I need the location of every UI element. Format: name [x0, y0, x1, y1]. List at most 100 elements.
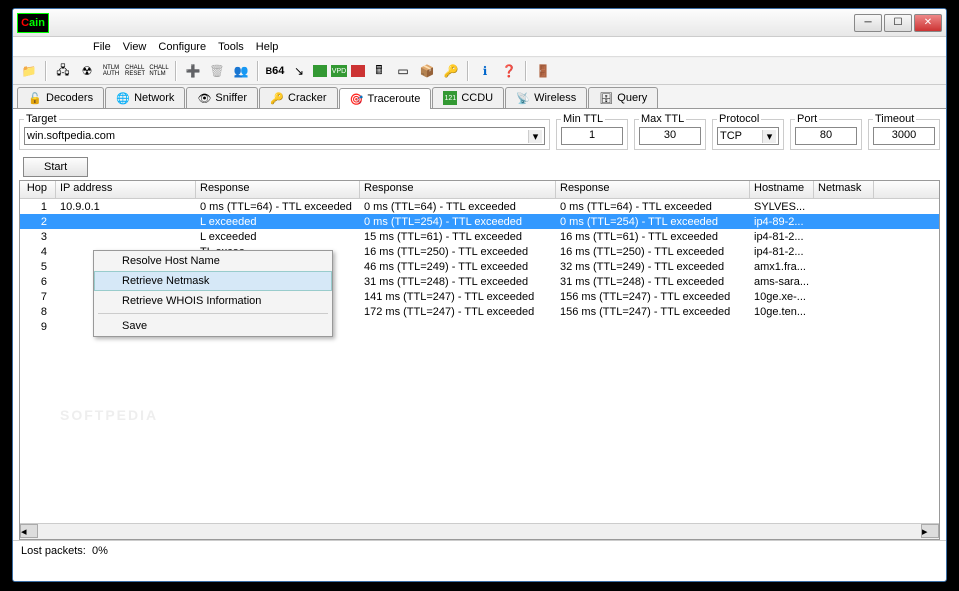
menu-resolve-hostname[interactable]: Resolve Host Name: [94, 251, 332, 271]
port-fieldset: Port 80: [790, 113, 862, 150]
dropdown-arrow-icon[interactable]: ▾: [528, 130, 542, 143]
target-input[interactable]: win.softpedia.com▾: [24, 127, 545, 145]
hash-icon[interactable]: 🔑: [441, 61, 461, 81]
chall-reset-icon[interactable]: CHALLRESET: [125, 61, 145, 81]
close-button[interactable]: ✕: [914, 14, 942, 32]
minimize-button[interactable]: ─: [854, 14, 882, 32]
col-hop[interactable]: Hop: [20, 181, 56, 198]
add-icon[interactable]: ➕: [183, 61, 203, 81]
cell-hostname: 10ge.xe-...: [750, 291, 814, 303]
menu-view[interactable]: View: [123, 41, 147, 53]
cell-response3: 156 ms (TTL=247) - TTL exceeded: [556, 306, 750, 318]
traceroute-icon: 🎯: [350, 92, 364, 106]
tab-query[interactable]: 🗄Query: [588, 87, 658, 108]
menu-configure[interactable]: Configure: [158, 41, 206, 53]
cell-response3: 156 ms (TTL=247) - TTL exceeded: [556, 291, 750, 303]
scroll-right-icon[interactable]: ▸: [921, 524, 939, 538]
start-button[interactable]: Start: [23, 157, 88, 177]
timeout-input[interactable]: 3000: [873, 127, 935, 145]
cell-hop: 3: [20, 231, 56, 243]
maxttl-fieldset: Max TTL 30: [634, 113, 706, 150]
timeout-fieldset: Timeout 3000: [868, 113, 940, 150]
cell-response1: L exceeded: [196, 216, 360, 228]
cell-response2: 141 ms (TTL=247) - TTL exceeded: [360, 291, 556, 303]
horizontal-scrollbar[interactable]: ◂ ▸: [20, 523, 939, 539]
col-netmask[interactable]: Netmask: [814, 181, 874, 198]
tab-ccdu[interactable]: 121CCDU: [432, 87, 504, 108]
cell-hop: 9: [20, 321, 56, 333]
menu-help[interactable]: Help: [256, 41, 279, 53]
menu-tools[interactable]: Tools: [218, 41, 244, 53]
toolbar: 📁 🖧 ☢ NTLMAUTH CHALLRESET CHALLNTLM ➕ 🗑 …: [13, 57, 946, 85]
cell-hop: 8: [20, 306, 56, 318]
main-window: Cain ─ ☐ ✕ File View Configure Tools Hel…: [12, 8, 947, 582]
cell-response2: 15 ms (TTL=61) - TTL exceeded: [360, 231, 556, 243]
tab-network[interactable]: 🌐Network: [105, 87, 185, 108]
app-logo: Cain: [17, 13, 49, 33]
menu-separator: [98, 313, 328, 314]
results-grid: SOFTPEDIA Hop IP address Response Respon…: [19, 180, 940, 540]
green-box-icon[interactable]: [313, 65, 327, 77]
nic-icon[interactable]: 🖧: [53, 61, 73, 81]
timeout-label: Timeout: [873, 113, 916, 125]
cell-hostname: ams-sara...: [750, 276, 814, 288]
menu-save[interactable]: Save: [94, 316, 332, 336]
maxttl-input[interactable]: 30: [639, 127, 701, 145]
window-icon[interactable]: ▭: [393, 61, 413, 81]
menubar: File View Configure Tools Help: [13, 37, 946, 57]
cell-response2: 31 ms (TTL=248) - TTL exceeded: [360, 276, 556, 288]
tab-wireless[interactable]: 📡Wireless: [505, 87, 587, 108]
table-row[interactable]: 110.9.0.10 ms (TTL=64) - TTL exceeded0 m…: [20, 199, 939, 214]
cell-hostname: ip4-89-2...: [750, 216, 814, 228]
minttl-input[interactable]: 1: [561, 127, 623, 145]
col-response3[interactable]: Response: [556, 181, 750, 198]
col-hostname[interactable]: Hostname: [750, 181, 814, 198]
info-icon[interactable]: ℹ: [475, 61, 495, 81]
cell-hop: 7: [20, 291, 56, 303]
arp-icon[interactable]: ↘: [289, 61, 309, 81]
chall-ntlm-icon[interactable]: CHALLNTLM: [149, 61, 169, 81]
cell-hostname: ip4-81-2...: [750, 231, 814, 243]
cell-hostname: amx1.fra...: [750, 261, 814, 273]
remove-icon[interactable]: 🗑: [207, 61, 227, 81]
scroll-left-icon[interactable]: ◂: [20, 524, 38, 538]
menu-retrieve-whois[interactable]: Retrieve WHOIS Information: [94, 291, 332, 311]
params-row: Target win.softpedia.com▾ Min TTL 1 Max …: [13, 109, 946, 154]
tab-decoders[interactable]: 🔓Decoders: [17, 87, 104, 108]
protocol-select[interactable]: TCP▾: [717, 127, 779, 145]
vpn-icon[interactable]: VPD: [331, 65, 347, 77]
ntlm-auth-icon[interactable]: NTLMAUTH: [101, 61, 121, 81]
radiation-icon[interactable]: ☢: [77, 61, 97, 81]
cell-response1: L exceeded: [196, 231, 360, 243]
tab-sniffer[interactable]: 👁Sniffer: [186, 87, 258, 108]
col-ip[interactable]: IP address: [56, 181, 196, 198]
help-icon[interactable]: ❓: [499, 61, 519, 81]
tab-cracker[interactable]: 🔑Cracker: [259, 87, 338, 108]
col-response2[interactable]: Response: [360, 181, 556, 198]
cell-hostname: SYLVES...: [750, 201, 814, 213]
cell-response2: 16 ms (TTL=250) - TTL exceeded: [360, 246, 556, 258]
protocol-fieldset: Protocol TCP▾: [712, 113, 784, 150]
port-input[interactable]: 80: [795, 127, 857, 145]
cell-hop: 2: [20, 216, 56, 228]
exit-icon[interactable]: 🚪: [533, 61, 553, 81]
col-response1[interactable]: Response: [196, 181, 360, 198]
box-icon[interactable]: 📦: [417, 61, 437, 81]
cell-ip: 10.9.0.1: [56, 201, 196, 213]
maxttl-label: Max TTL: [639, 113, 686, 125]
cell-response2: 46 ms (TTL=249) - TTL exceeded: [360, 261, 556, 273]
table-row[interactable]: 2L exceeded0 ms (TTL=254) - TTL exceeded…: [20, 214, 939, 229]
dropdown-arrow-icon[interactable]: ▾: [762, 130, 776, 143]
menu-file[interactable]: File: [93, 41, 111, 53]
promiscuous-icon[interactable]: 👥: [231, 61, 251, 81]
menu-retrieve-netmask[interactable]: Retrieve Netmask: [94, 271, 332, 291]
minttl-fieldset: Min TTL 1: [556, 113, 628, 150]
maximize-button[interactable]: ☐: [884, 14, 912, 32]
b64-icon[interactable]: B64: [265, 61, 285, 81]
red-chart-icon[interactable]: [351, 65, 365, 77]
open-icon[interactable]: 📁: [19, 61, 39, 81]
table-row[interactable]: 3 L exceeded15 ms (TTL=61) - TTL exceeded…: [20, 229, 939, 244]
cell-response3: 16 ms (TTL=250) - TTL exceeded: [556, 246, 750, 258]
calculator-icon[interactable]: 🖩: [369, 61, 389, 81]
tab-traceroute[interactable]: 🎯Traceroute: [339, 88, 432, 109]
